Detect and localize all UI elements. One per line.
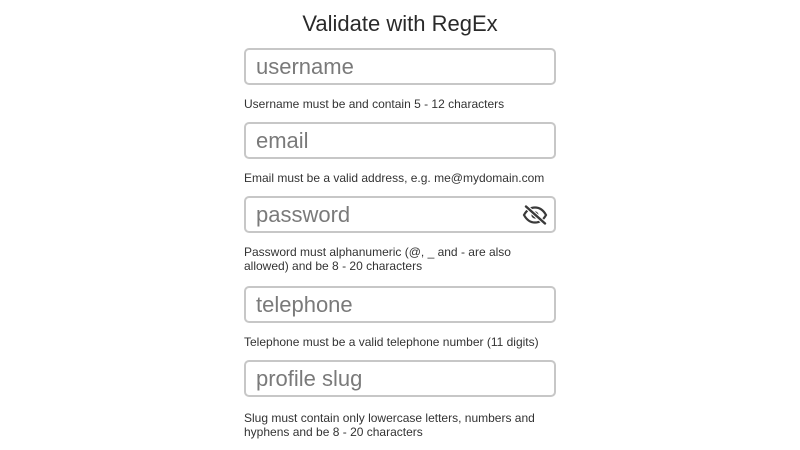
username-input[interactable] xyxy=(246,50,554,83)
email-hint: Email must be a valid address, e.g. me@m… xyxy=(244,171,545,185)
username-hint: Username must be and contain 5 - 12 char… xyxy=(244,97,505,111)
slug-field xyxy=(244,360,556,397)
username-field xyxy=(244,48,556,85)
telephone-hint: Telephone must be a valid telephone numb… xyxy=(244,335,539,349)
slug-hint: Slug must contain only lowercase letters… xyxy=(244,411,535,439)
password-hint: Password must alphanumeric (@, _ and - a… xyxy=(244,245,511,273)
password-field xyxy=(244,196,556,233)
regex-form: Username must be and contain 5 - 12 char… xyxy=(244,48,556,439)
page: Validate with RegEx Username must be and… xyxy=(0,0,800,450)
password-input[interactable] xyxy=(246,198,554,231)
eye-slash-icon[interactable] xyxy=(522,204,548,226)
telephone-input[interactable] xyxy=(246,288,554,321)
telephone-field xyxy=(244,286,556,323)
email-input[interactable] xyxy=(246,124,554,157)
email-field xyxy=(244,122,556,159)
slug-input[interactable] xyxy=(246,362,554,395)
page-title: Validate with RegEx xyxy=(302,11,498,36)
